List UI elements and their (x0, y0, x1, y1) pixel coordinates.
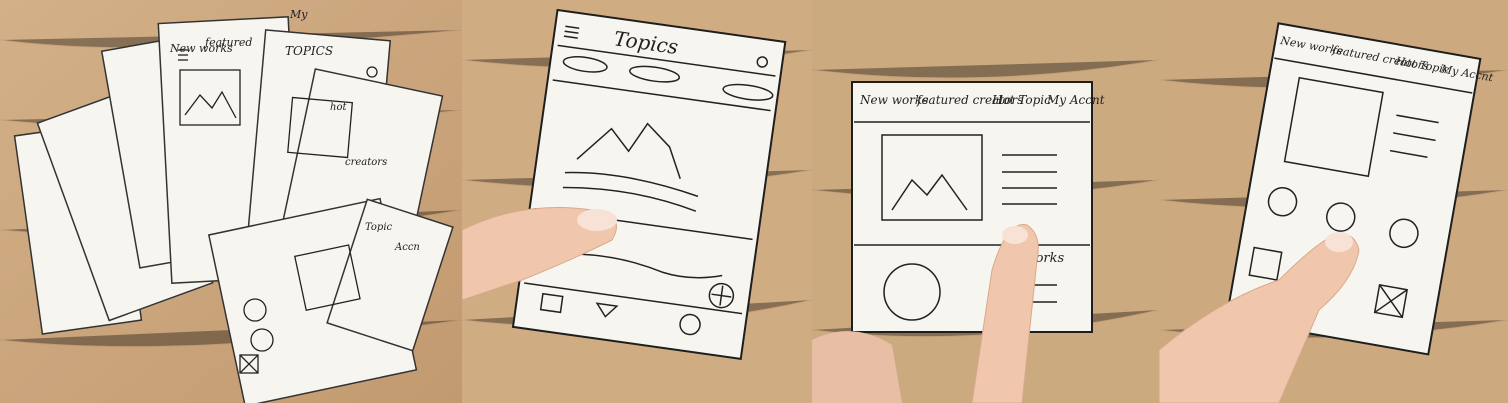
nav-item[interactable]: Hot Topic (991, 93, 1051, 107)
sketch-word: creators (345, 157, 387, 168)
sketch-word: TOPICS (285, 44, 333, 58)
photo-work-detail-screen: New works featured creators Hot Topic My… (812, 0, 1159, 403)
prototype-pile: New works featured TOPICS My hot creator… (0, 0, 462, 403)
sketch-word: My (289, 8, 308, 21)
paper-screen (511, 8, 787, 361)
fingernail (577, 209, 617, 231)
photo-scattered-prototypes: New works featured TOPICS My hot creator… (0, 0, 462, 403)
photo-strip: New works featured TOPICS My hot creator… (0, 0, 1508, 403)
photo-creators-screen: New works featured creators Hot Topic My… (1159, 0, 1508, 403)
work-detail-prototype: New works featured creators Hot Topic My… (812, 0, 1159, 403)
sketch-word: hot (330, 102, 347, 113)
photo-topics-screen: Topics (462, 0, 812, 403)
fingernail (1325, 232, 1353, 252)
nav-item[interactable]: My Accnt (1046, 93, 1105, 107)
sketch-word: featured (204, 36, 252, 49)
fingernail (1002, 226, 1028, 244)
creators-prototype: New works featured creators Hot Topic My… (1159, 0, 1508, 403)
sketch-word: Topic (365, 222, 393, 233)
paper-screen (851, 81, 1093, 333)
sketch-word: Accn (394, 242, 420, 253)
topics-prototype: Topics (462, 0, 812, 403)
